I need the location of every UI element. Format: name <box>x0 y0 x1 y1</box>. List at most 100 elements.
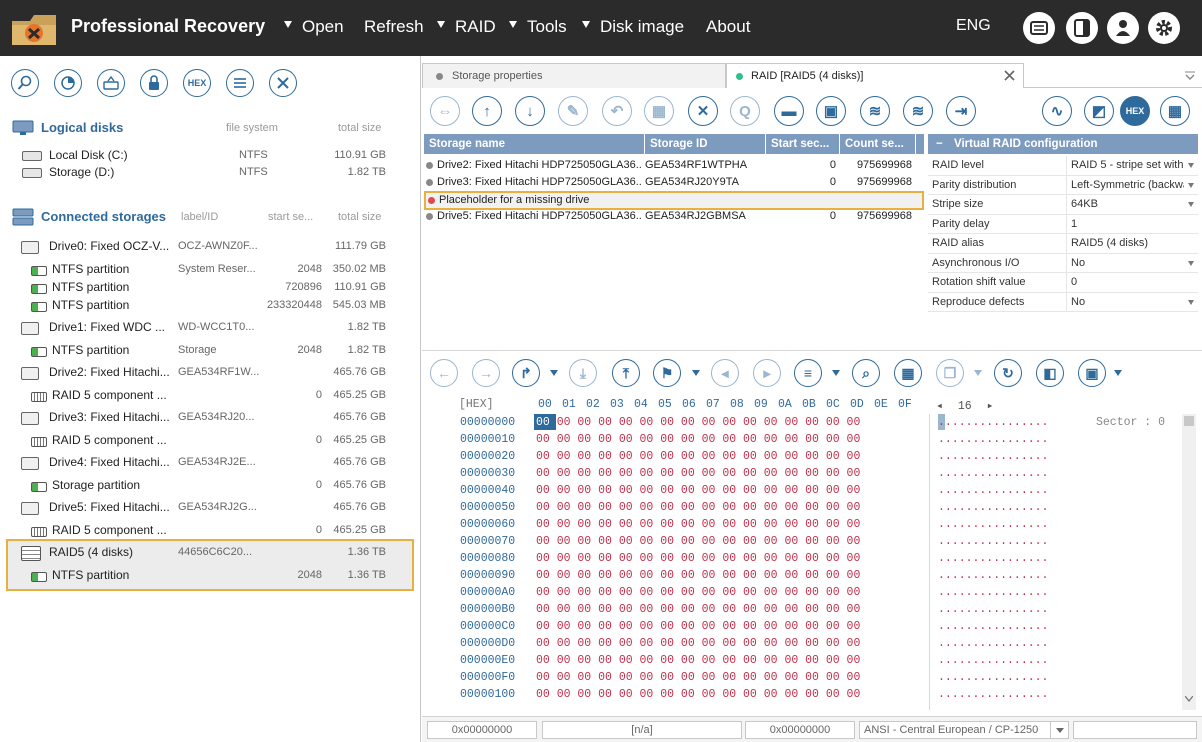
menu-raid[interactable]: RAID <box>455 17 496 37</box>
disk-image-menu-arrow-icon[interactable] <box>582 21 590 28</box>
raid-property-value[interactable]: No <box>1066 253 1184 273</box>
storage-row[interactable]: Drive5: Fixed Hitachi... GEA534RJ2G... 465… <box>0 500 420 518</box>
raid-member-row[interactable]: Drive5: Fixed Hitachi HDP725050GLA36... G… <box>424 208 924 225</box>
dropdown-arrow-icon[interactable] <box>832 370 840 376</box>
raid-property-row[interactable]: RAID level RAID 5 - stripe set with <box>928 156 1198 176</box>
hex-bytes[interactable]: 00 00 00 00 00 00 00 00 00 00 00 00 00 0… <box>536 586 860 599</box>
hex-text-column[interactable]: ................ <box>938 620 1048 633</box>
user-button[interactable] <box>1107 12 1139 44</box>
export-button[interactable]: ⇥ <box>946 96 976 126</box>
hex-text-column[interactable]: ................ <box>938 416 1048 429</box>
raid-property-value[interactable]: RAID5 (4 disks) <box>1066 234 1184 253</box>
list-button[interactable] <box>226 69 254 97</box>
hex-text-column[interactable]: ................ <box>938 518 1048 531</box>
edit-button[interactable]: ✎ <box>558 96 588 126</box>
status-extra-field[interactable] <box>1073 721 1197 739</box>
hex-bytes[interactable]: 00 00 00 00 00 00 00 00 00 00 00 00 00 0… <box>536 620 860 633</box>
raid-property-row[interactable]: Rotation shift value 0 <box>928 273 1198 293</box>
settings-button[interactable] <box>1148 12 1180 44</box>
raid-property-value[interactable]: Left-Symmetric (backwa <box>1066 175 1184 195</box>
chart-button[interactable]: ◩ <box>1084 96 1114 126</box>
raid-property-value[interactable]: No <box>1066 292 1184 312</box>
close-tab-icon[interactable] <box>1004 70 1015 81</box>
hex-bytes[interactable]: 00 00 00 00 00 00 00 00 00 00 00 00 00 0… <box>536 484 860 497</box>
splitter[interactable] <box>422 350 1202 351</box>
grid-view-button[interactable]: ▦ <box>894 359 922 387</box>
move-down-button[interactable]: ↓ <box>515 96 545 126</box>
offset-field[interactable]: 0x00000000 <box>427 721 537 739</box>
lock-button[interactable] <box>140 69 168 97</box>
menu-open[interactable]: Open <box>302 17 344 37</box>
close-storage-button[interactable] <box>269 69 297 97</box>
hex-bytes[interactable]: 00 00 00 00 00 00 00 00 00 00 00 00 00 0… <box>536 518 860 531</box>
raid-property-row[interactable]: Reproduce defects No <box>928 292 1198 312</box>
dropdown-arrow-icon[interactable] <box>1114 370 1122 376</box>
download-button[interactable]: ⤓ <box>569 359 597 387</box>
hex-text-column[interactable]: ................ <box>938 501 1048 514</box>
hex-bytes[interactable]: 00 00 00 00 00 00 00 00 00 00 00 00 00 0… <box>536 416 861 429</box>
save-button[interactable]: ▣ <box>816 96 846 126</box>
layers-add-button[interactable]: ≋ <box>860 96 890 126</box>
list-view-button[interactable]: ≡ <box>794 359 822 387</box>
storage-row[interactable]: RAID5 (4 disks) 44656C6C20... 1.36 TB <box>0 545 420 563</box>
storage-id-header[interactable]: Storage ID <box>645 134 765 154</box>
menu-about[interactable]: About <box>706 17 750 37</box>
hex-text-column[interactable]: ................ <box>938 603 1048 616</box>
encoding-dropdown-icon[interactable] <box>1050 722 1068 738</box>
forward-button[interactable]: → <box>472 359 500 387</box>
raid-property-value[interactable]: 0 <box>1066 273 1184 292</box>
hex-editor[interactable]: [HEX] 00 01 02 03 04 05 06 07 08 09 0A 0B 0C 0D 0E 0F ◂… <box>422 396 1202 714</box>
undo-button[interactable]: ↶ <box>602 96 632 126</box>
hex-scrollbar[interactable] <box>1182 414 1196 710</box>
hex-bytes[interactable]: 00 00 00 00 00 00 00 00 00 00 00 00 00 0… <box>536 688 860 701</box>
language-selector[interactable]: ENG <box>956 17 991 35</box>
raid-compose-button[interactable]: ⇔ <box>430 96 460 126</box>
storage-row[interactable]: NTFS partition 720896 110.91 GB <box>0 280 420 298</box>
menu-refresh[interactable]: Refresh <box>364 17 424 37</box>
count-sectors-header[interactable]: Count se... <box>840 134 915 154</box>
hex-text-column[interactable]: ................ <box>938 569 1048 582</box>
raid-property-row[interactable]: Parity delay 1 <box>928 214 1198 234</box>
find-button[interactable]: ⌕ <box>852 359 880 387</box>
storage-row[interactable]: RAID 5 component ... 0 465.25 GB <box>0 433 420 451</box>
storage-row[interactable]: Drive0: Fixed OCZ-V... OCZ-AWNZ0F... 111.7… <box>0 239 420 257</box>
hex-text-column[interactable]: ................ <box>938 484 1048 497</box>
raid-member-row[interactable]: Drive2: Fixed Hitachi HDP725050GLA36... G… <box>424 157 924 174</box>
bookmark-button[interactable]: ⚑ <box>653 359 681 387</box>
hex-text-column[interactable]: ................ <box>938 535 1048 548</box>
refresh-button[interactable]: ↻ <box>994 359 1022 387</box>
start-sector-header[interactable]: Start sec... <box>766 134 839 154</box>
prev-width-icon[interactable]: ◂ <box>936 400 943 413</box>
storage-row[interactable]: Drive3: Fixed Hitachi... GEA534RJ20... 465… <box>0 410 420 428</box>
raid-property-row[interactable]: Parity distribution Left-Symmetric (backw… <box>928 175 1198 195</box>
menu-tools[interactable]: Tools <box>527 17 567 37</box>
hex-text-column[interactable]: ................ <box>938 552 1048 565</box>
raid-property-row[interactable]: Stripe size 64KB <box>928 195 1198 215</box>
next-bookmark-button[interactable]: ▸ <box>753 359 781 387</box>
hex-bytes[interactable]: 00 00 00 00 00 00 00 00 00 00 00 00 00 0… <box>536 569 860 582</box>
logical-disk-row[interactable]: Local Disk (C:) NTFS 110.91 GB <box>0 148 420 165</box>
storage-row[interactable]: NTFS partition 233320448 545.03 MB <box>0 298 420 316</box>
collapse-icon[interactable]: − <box>936 134 943 154</box>
dropdown-arrow-icon[interactable] <box>1188 163 1194 168</box>
dropdown-arrow-icon[interactable] <box>1188 260 1194 266</box>
go-to-button[interactable]: ↱ <box>512 359 540 387</box>
raid-property-value[interactable]: 1 <box>1066 214 1184 234</box>
scroll-down-icon[interactable] <box>1185 696 1193 702</box>
storage-row[interactable]: NTFS partition System Reser... 2048 350.02 … <box>0 262 420 280</box>
panel-toggle-button[interactable]: ◧ <box>1036 359 1064 387</box>
hex-bytes[interactable]: 00 00 00 00 00 00 00 00 00 00 00 00 00 0… <box>536 535 860 548</box>
dropdown-arrow-icon[interactable] <box>1188 182 1194 188</box>
layout-button[interactable] <box>1066 12 1098 44</box>
scrollbar-thumb[interactable] <box>1184 416 1194 426</box>
hex-text-column[interactable]: ................ <box>938 450 1048 463</box>
hex-bytes[interactable]: 00 00 00 00 00 00 00 00 00 00 00 00 00 0… <box>536 552 860 565</box>
move-up-button[interactable]: ↑ <box>472 96 502 126</box>
dropdown-arrow-icon[interactable] <box>974 370 982 376</box>
disk-image-button[interactable] <box>97 69 125 97</box>
hex-bytes[interactable]: 00 00 00 00 00 00 00 00 00 00 00 00 00 0… <box>536 501 860 514</box>
raid-property-row[interactable]: Asynchronous I/O No <box>928 253 1198 273</box>
back-button[interactable]: ← <box>430 359 458 387</box>
storage-row[interactable]: Storage partition 0 465.76 GB <box>0 478 420 496</box>
virtual-raid-config-header[interactable]: − Virtual RAID configuration <box>928 134 1198 154</box>
